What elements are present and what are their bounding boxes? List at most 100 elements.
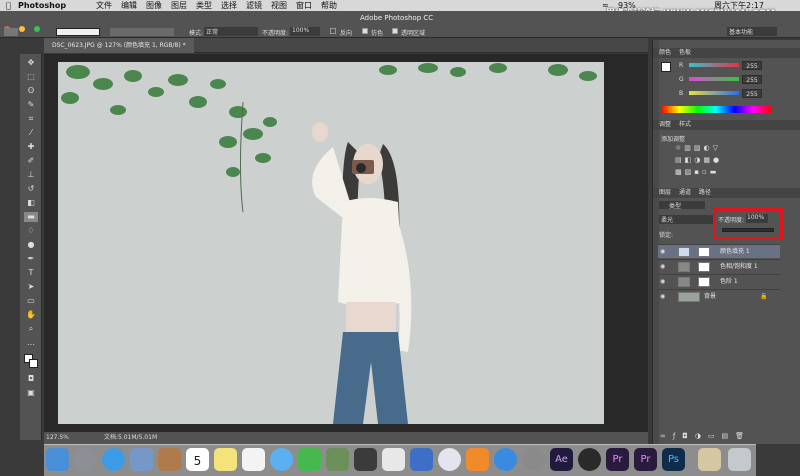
premiere-icon[interactable]: Pr <box>606 448 629 471</box>
reminders-icon[interactable] <box>242 448 265 471</box>
reverse-checkbox[interactable] <box>330 28 336 34</box>
preview-icon[interactable] <box>130 448 153 471</box>
eye-icon[interactable]: ◉ <box>660 290 665 304</box>
tab-channels[interactable]: 通道 <box>679 189 691 196</box>
zoom-tool-icon[interactable]: ⌕ <box>24 324 38 334</box>
transparency-checkbox[interactable] <box>392 28 398 34</box>
tab-layers[interactable]: 图层 <box>659 189 671 196</box>
opacity-input[interactable]: 100% <box>290 27 320 36</box>
contacts-icon[interactable] <box>158 448 181 471</box>
hand-tool-icon[interactable]: ✋ <box>24 310 38 320</box>
layer-filter-select[interactable]: 类型 <box>659 201 705 210</box>
tab-swatches[interactable]: 色板 <box>679 49 691 56</box>
layer-row[interactable]: ◉ 色阶 1 <box>658 274 780 288</box>
spectrum-bar[interactable] <box>661 106 771 113</box>
quick-mask-icon[interactable]: ◘ <box>24 374 38 384</box>
workspace-select[interactable]: 基本功能 <box>727 27 777 36</box>
layer-name[interactable]: 色阶 1 <box>720 275 738 289</box>
gradient-tool-icon[interactable]: ▬ <box>24 212 38 222</box>
document-photo[interactable] <box>58 62 604 424</box>
system-prefs-icon[interactable] <box>522 448 545 471</box>
itunes-icon[interactable] <box>438 448 461 471</box>
shape-tool-icon[interactable]: ▭ <box>24 296 38 306</box>
channel-r-slider[interactable] <box>689 63 739 67</box>
mode-select[interactable]: 正常 <box>204 27 258 36</box>
gradient-picker[interactable] <box>56 28 100 36</box>
dodge-tool-icon[interactable]: ● <box>24 240 38 250</box>
finder-icon[interactable] <box>46 448 69 471</box>
menu-file[interactable]: 文件 <box>96 0 112 11</box>
layer-row[interactable]: ◉ 色相/饱和度 1 <box>658 259 780 273</box>
channel-b-slider[interactable] <box>689 91 739 95</box>
app-name[interactable]: Photoshop <box>18 0 66 11</box>
menu-view[interactable]: 视图 <box>271 0 287 11</box>
tool-preset-icon[interactable] <box>4 28 18 36</box>
photos-icon[interactable] <box>326 448 349 471</box>
canvas-area[interactable] <box>44 54 648 432</box>
fg-color-chip[interactable] <box>661 62 671 72</box>
edit-toolbar-icon[interactable]: … <box>24 338 38 348</box>
crop-tool-icon[interactable]: ⌗ <box>24 114 38 124</box>
premiere-icon[interactable]: Pr <box>634 448 657 471</box>
eye-icon[interactable]: ◉ <box>660 245 665 259</box>
notes-icon[interactable] <box>214 448 237 471</box>
menu-select[interactable]: 选择 <box>221 0 237 11</box>
quick-select-icon[interactable]: ✎ <box>24 100 38 110</box>
menu-edit[interactable]: 编辑 <box>121 0 137 11</box>
marquee-tool-icon[interactable]: ⬚ <box>24 72 38 82</box>
path-select-icon[interactable]: ➤ <box>24 282 38 292</box>
menu-help[interactable]: 帮助 <box>321 0 337 11</box>
documents-icon[interactable] <box>698 448 721 471</box>
brush-tool-icon[interactable]: ✐ <box>24 156 38 166</box>
layer-name[interactable]: 色相/饱和度 1 <box>720 260 758 274</box>
gradient-type-icons[interactable] <box>110 28 174 36</box>
menu-image[interactable]: 图像 <box>146 0 162 11</box>
clone-stamp-icon[interactable]: ⊥ <box>24 170 38 180</box>
channel-r-value[interactable]: 255 <box>742 61 762 70</box>
menu-filter[interactable]: 滤镜 <box>246 0 262 11</box>
eyedropper-icon[interactable]: ⁄ <box>24 128 38 138</box>
channel-g-slider[interactable] <box>689 77 739 81</box>
channel-g-value[interactable]: 255 <box>742 75 762 84</box>
channel-b-value[interactable]: 255 <box>742 89 762 98</box>
trash-icon[interactable] <box>728 448 751 471</box>
menu-layer[interactable]: 图层 <box>171 0 187 11</box>
ibooks-icon[interactable] <box>466 448 489 471</box>
numbers-icon[interactable] <box>382 448 405 471</box>
zoom-level[interactable]: 127.5% <box>46 432 69 444</box>
eye-icon[interactable]: ◉ <box>660 260 665 274</box>
layer-row[interactable]: ◉ 背景 🔒 <box>658 289 780 303</box>
messages-icon[interactable] <box>270 448 293 471</box>
appstore-icon[interactable] <box>494 448 517 471</box>
adjustment-icons-row1[interactable]: ☼▥▨◐▽ <box>675 144 721 152</box>
eraser-icon[interactable]: ◧ <box>24 198 38 208</box>
apple-icon[interactable]:  <box>6 0 11 11</box>
layer-name[interactable]: 背景 <box>704 290 716 304</box>
history-brush-icon[interactable]: ↺ <box>24 184 38 194</box>
eye-icon[interactable]: ◉ <box>660 275 665 289</box>
blend-mode-select[interactable]: 柔光 <box>659 215 715 224</box>
background-color-swatch[interactable] <box>29 359 38 368</box>
tab-styles[interactable]: 样式 <box>679 121 691 128</box>
layer-row[interactable]: ◉ 颜色填充 1 <box>658 244 780 258</box>
move-tool-icon[interactable]: ✥ <box>24 58 38 68</box>
after-effects-icon[interactable]: Ae <box>550 448 573 471</box>
pen-tool-icon[interactable]: ✒ <box>24 254 38 264</box>
adjustment-icons-row3[interactable]: ▩▧▪▫▬ <box>675 168 719 176</box>
tab-adjustments[interactable]: 调整 <box>659 121 671 128</box>
photobooth-icon[interactable] <box>354 448 377 471</box>
layers-footer-icons[interactable]: ∞ƒ◘◑▭▤🗑 <box>660 432 751 440</box>
quicktime-icon[interactable] <box>578 448 601 471</box>
screen-mode-icon[interactable]: ▣ <box>24 388 38 398</box>
tab-color[interactable]: 颜色 <box>659 49 671 56</box>
facetime-icon[interactable] <box>298 448 321 471</box>
calendar-icon[interactable]: 5 <box>186 448 209 471</box>
adjustment-icons-row2[interactable]: ▤◧◑▦● <box>675 156 722 164</box>
keynote-icon[interactable] <box>410 448 433 471</box>
blur-tool-icon[interactable]: ♢ <box>24 226 38 236</box>
document-tab[interactable]: DSC_0623.JPG @ 127% (颜色填充 1, RGB/8) * <box>44 38 194 53</box>
type-tool-icon[interactable]: T <box>24 268 38 278</box>
healing-brush-icon[interactable]: ✚ <box>24 142 38 152</box>
lasso-tool-icon[interactable]: ʘ <box>24 86 38 96</box>
launchpad-icon[interactable] <box>74 448 97 471</box>
